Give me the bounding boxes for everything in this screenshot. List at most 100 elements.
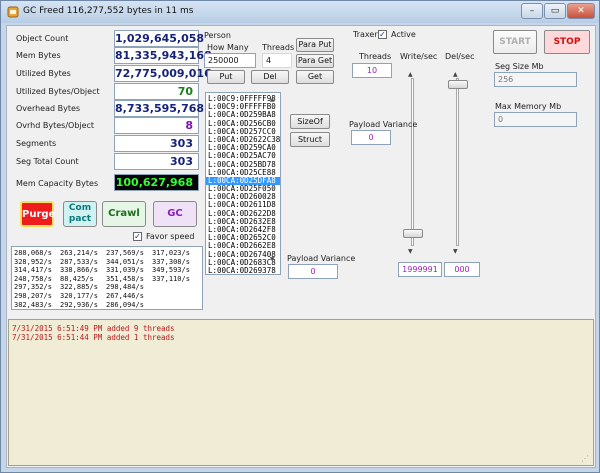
stat-value: 303 xyxy=(114,135,199,152)
rate-cell: 351,458/s xyxy=(106,274,144,283)
app-window: GC Freed 116,277,552 bytes in 11 ms – ▭ … xyxy=(0,0,600,473)
rate-cell: 317,023/s xyxy=(152,249,190,257)
get-button[interactable]: Get xyxy=(296,70,334,84)
rate-cell: 349,593/s xyxy=(152,266,190,275)
del-sec-label: Del/sec xyxy=(445,52,475,61)
stat-label: Overhead Bytes xyxy=(16,104,81,113)
stop-button[interactable]: STOP xyxy=(544,30,590,54)
write-down-icon: ▼ xyxy=(408,248,413,255)
rate-cell: 248,758/s xyxy=(14,274,52,283)
max-memory-label: Max Memory Mb xyxy=(495,102,562,111)
start-button[interactable]: START xyxy=(493,30,537,54)
del-slider-thumb[interactable] xyxy=(448,80,468,89)
rate-cell: 314,417/s xyxy=(14,266,52,275)
active-checkbox[interactable]: ✓ xyxy=(378,30,387,39)
stat-value: 70 xyxy=(114,83,199,100)
person-list[interactable]: L:00C9:0FFFFF98 L:00C9:0FFFFFB0 L:00CA:0D2… xyxy=(205,92,281,275)
stat-label: Ovrhd Bytes/Object xyxy=(16,121,95,130)
maximize-button[interactable]: ▭ xyxy=(544,3,566,19)
window-title: GC Freed 116,277,552 bytes in 11 ms xyxy=(23,6,194,16)
write-slider-track[interactable] xyxy=(411,78,414,246)
del-up-icon: ▲ xyxy=(453,71,458,78)
stat-value: 303 xyxy=(114,153,199,170)
person-payload-variance-input[interactable]: 0 xyxy=(288,264,338,279)
rate-cell: 288,068/s xyxy=(14,249,52,257)
minimize-button[interactable]: – xyxy=(521,3,543,19)
write-sec-value[interactable]: 1999991 xyxy=(398,262,442,277)
traxer-threads-label: Threads xyxy=(359,52,392,61)
stat-label: Utilized Bytes xyxy=(16,69,71,78)
person-threads-input[interactable]: 4 xyxy=(262,53,292,68)
mem-capacity-label: Mem Capacity Bytes xyxy=(16,179,99,188)
seg-size-label: Seg Size Mb xyxy=(495,62,544,71)
del-slider-track[interactable] xyxy=(456,78,459,246)
del-button[interactable]: Del xyxy=(251,70,289,84)
rate-cell: 298,207/s xyxy=(14,292,52,300)
client-area: Object Count 1,029,645,058 Mem Bytes 81,335… xyxy=(6,25,596,468)
rate-cell: 328,952/s xyxy=(14,257,52,266)
para-get-button[interactable]: Para Get xyxy=(296,54,334,68)
mem-capacity-value: 100,627,968 xyxy=(114,174,199,191)
del-down-icon: ▼ xyxy=(453,248,458,255)
rate-cell: 337,308/s xyxy=(152,257,190,266)
active-label: Active xyxy=(391,30,416,39)
person-payload-variance-label: Payload Variance xyxy=(287,254,356,263)
rate-cell: 287,533/s xyxy=(60,257,98,266)
favor-speed-checkbox[interactable]: ✓ xyxy=(133,232,142,241)
rate-cell: 88,425/s xyxy=(60,274,94,283)
rate-cell: 344,051/s xyxy=(106,257,144,266)
stat-value: 72,775,009,016 xyxy=(114,65,212,82)
rate-cell: 237,569/s xyxy=(106,249,144,257)
rate-cell: 320,177/s xyxy=(60,292,98,300)
seg-size-input[interactable]: 256 xyxy=(494,72,577,87)
scroll-up-icon[interactable]: ▲ xyxy=(270,96,275,103)
stat-label: Utilized Bytes/Object xyxy=(16,87,100,96)
max-memory-input[interactable]: 0 xyxy=(494,112,577,127)
traxer-title: Traxer xyxy=(353,30,378,39)
stat-label: Seg Total Count xyxy=(16,157,79,166)
sizeof-button[interactable]: SizeOf xyxy=(290,114,330,129)
close-button[interactable]: ✕ xyxy=(567,3,595,19)
put-button[interactable]: Put xyxy=(207,70,245,84)
rate-cell: 322,885/s xyxy=(60,283,98,292)
traxer-payload-variance-label: Payload Variance xyxy=(349,120,418,129)
resize-grip-icon[interactable]: ⋰ xyxy=(581,454,589,463)
rate-cell: 298,484/s xyxy=(106,283,144,292)
traxer-threads-input[interactable]: 10 xyxy=(352,63,392,78)
rate-cell: 331,039/s xyxy=(106,266,144,275)
log-panel[interactable]: 7/31/2015 6:51:49 PM added 9 threads 7/31… xyxy=(8,319,594,466)
struct-button[interactable]: Struct xyxy=(290,132,330,147)
stat-value: 81,335,943,168 xyxy=(114,47,212,64)
rate-cell: 382,483/s xyxy=(14,300,52,309)
thread-rates-panel: 288,068/s 328,952/s 314,417/s 248,758/s 297,… xyxy=(11,246,203,310)
purge-button[interactable]: Purge xyxy=(20,201,55,227)
compact-button[interactable]: Com pact xyxy=(63,201,97,227)
threads-label: Threads xyxy=(262,43,295,52)
rate-cell: 297,352/s xyxy=(14,283,52,292)
rate-cell: 267,446/s xyxy=(106,292,144,300)
rate-cell: 286,094/s xyxy=(106,300,144,309)
stat-label: Mem Bytes xyxy=(16,51,61,60)
stat-value: 8 xyxy=(114,117,199,134)
stat-label: Object Count xyxy=(16,34,69,43)
del-sec-value[interactable]: 000 xyxy=(444,262,480,277)
para-put-button[interactable]: Para Put xyxy=(296,38,334,52)
person-list-scrollbar[interactable]: ▲ ▼ xyxy=(270,96,275,268)
log-line: 7/31/2015 6:51:44 PM added 1 threads xyxy=(12,333,175,342)
traxer-payload-variance-input[interactable]: 0 xyxy=(351,130,391,145)
title-bar[interactable]: GC Freed 116,277,552 bytes in 11 ms – ▭ … xyxy=(1,1,599,23)
person-list-items: L:00C9:0FFFFF98 L:00C9:0FFFFFB0 L:00CA:0D2… xyxy=(206,93,280,274)
gc-button[interactable]: GC xyxy=(153,201,197,227)
rate-cell: 263,214/s xyxy=(60,249,98,257)
rate-cell: 338,866/s xyxy=(60,266,98,275)
stat-label: Segments xyxy=(16,139,57,148)
log-lines: 7/31/2015 6:51:49 PM added 9 threads 7/31… xyxy=(9,320,593,342)
rate-cell: 337,110/s xyxy=(152,274,190,283)
log-line: 7/31/2015 6:51:49 PM added 9 threads xyxy=(12,324,175,333)
scroll-down-icon[interactable]: ▼ xyxy=(270,256,275,263)
rate-cell: 292,936/s xyxy=(60,300,98,309)
how-many-input[interactable]: 250000 xyxy=(204,53,256,68)
crawl-button[interactable]: Crawl xyxy=(102,201,146,227)
how-many-label: How Many xyxy=(207,43,249,52)
write-slider-thumb[interactable] xyxy=(403,229,423,239)
